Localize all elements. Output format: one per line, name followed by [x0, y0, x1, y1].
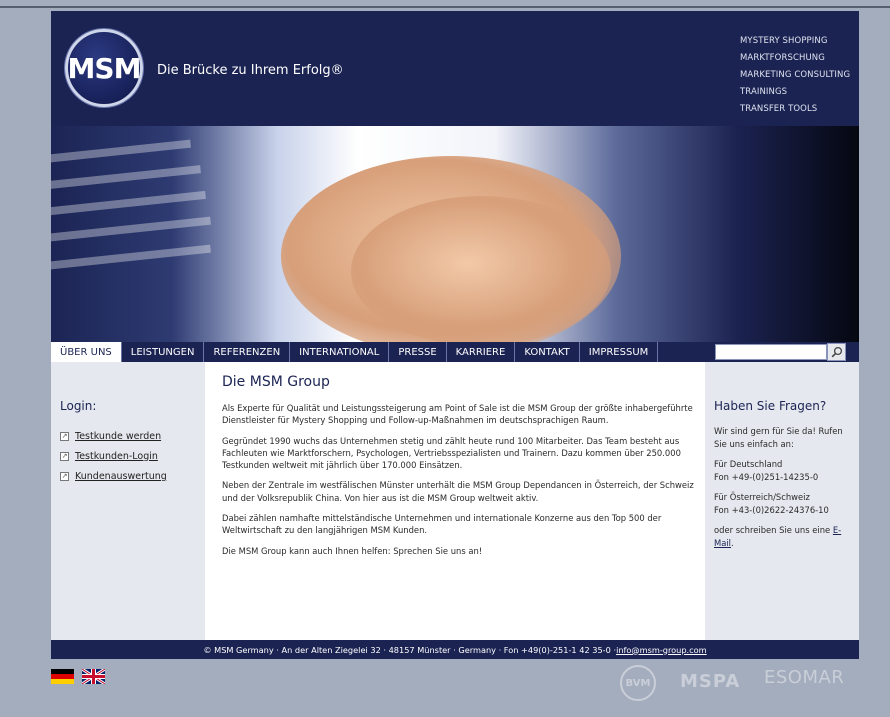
at-label: Für Österreich/Schweiz: [714, 492, 810, 502]
tab-international[interactable]: INTERNATIONAL: [290, 342, 390, 362]
top-border: [0, 6, 890, 8]
contact-info: Wir sind gern für Sie da! Rufen Sie uns …: [714, 425, 856, 557]
hero-image-handshake: [51, 126, 859, 342]
login-links: ↗ Testkunde werden ↗ Testkunden-Login ↗ …: [60, 426, 167, 486]
footer-email-link[interactable]: info@msm-group.com: [616, 645, 707, 655]
esomar-logo[interactable]: ESOMAR: [764, 667, 844, 688]
contact-intro: Wir sind gern für Sie da! Rufen Sie uns …: [714, 426, 843, 449]
right-sidebar: Haben Sie Fragen? Wir sind gern für Sie …: [705, 362, 859, 640]
tab-karriere[interactable]: KARRIERE: [447, 342, 516, 362]
bvm-logo[interactable]: BVM: [620, 665, 656, 701]
site-header: MSM Die Brücke zu Ihrem Erfolg® MYSTERY …: [51, 11, 859, 126]
main-content: Die MSM Group Als Experte für Qualität u…: [205, 362, 705, 640]
external-link-icon: ↗: [60, 431, 69, 441]
logo-text: MSM: [67, 51, 142, 85]
uk-flag-icon[interactable]: [82, 669, 105, 684]
slogan: Die Brücke zu Ihrem Erfolg®: [157, 63, 344, 78]
link-label: Testkunden-Login: [75, 450, 158, 462]
tab-leistungen[interactable]: LEISTUNGEN: [122, 342, 205, 362]
contact-mail: oder schreiben Sie uns eine E-Mail.: [714, 525, 842, 548]
top-nav-marktforschung[interactable]: MARKTFORSCHUNG: [740, 50, 850, 67]
top-nav-trainings[interactable]: TRAININGS: [740, 84, 850, 101]
login-title: Login:: [60, 399, 97, 413]
external-link-icon: ↗: [60, 471, 69, 481]
contact-title: Haben Sie Fragen?: [714, 399, 827, 413]
top-nav: MYSTERY SHOPPING MARKTFORSCHUNG MARKETIN…: [740, 33, 850, 118]
site-footer: © MSM Germany · An der Alten Ziegelei 32…: [51, 640, 859, 659]
contact-austria-switzerland: Für Österreich/Schweiz Fon +43-(0)2622-2…: [714, 491, 856, 517]
paragraph: Die MSM Group kann auch Ihnen helfen: Sp…: [222, 545, 483, 556]
top-nav-transfer-tools[interactable]: TRANSFER TOOLS: [740, 101, 850, 118]
paragraph: Neben der Zentrale im westfälischen Müns…: [222, 480, 694, 503]
link-label: Kundenauswertung: [75, 470, 167, 482]
msm-logo[interactable]: MSM: [65, 29, 143, 107]
at-phone: Fon +43-(0)2622-24376-10: [714, 505, 829, 515]
paragraph: Als Experte für Qualität und Leistungsst…: [222, 403, 693, 426]
mail-text: oder schreiben Sie uns eine: [714, 525, 831, 535]
tab-kontakt[interactable]: KONTAKT: [515, 342, 580, 362]
top-nav-mystery-shopping[interactable]: MYSTERY SHOPPING: [740, 33, 850, 50]
mspa-logo[interactable]: MSPA: [680, 671, 740, 692]
tab-impressum[interactable]: IMPRESSUM: [580, 342, 659, 362]
link-testkunde-werden[interactable]: ↗ Testkunde werden: [60, 426, 167, 446]
footer-address: © MSM Germany · An der Alten Ziegelei 32…: [203, 644, 617, 655]
top-nav-marketing-consulting[interactable]: MARKETING CONSULTING: [740, 67, 850, 84]
paragraph: Dabei zählen namhafte mittelständische U…: [222, 513, 662, 536]
de-phone: Fon +49-(0)251-14235-0: [714, 472, 819, 482]
contact-germany: Für Deutschland Fon +49-(0)251-14235-0: [714, 458, 856, 484]
link-label: Testkunde werden: [75, 430, 162, 442]
search-button[interactable]: [827, 343, 846, 361]
german-flag-icon[interactable]: [51, 669, 74, 684]
left-sidebar: Login: ↗ Testkunde werden ↗ Testkunden-L…: [51, 362, 205, 640]
search-icon: [831, 346, 842, 358]
tab-ueber-uns[interactable]: ÜBER UNS: [51, 342, 122, 362]
search-input[interactable]: [715, 344, 827, 360]
de-label: Für Deutschland: [714, 459, 783, 469]
link-testkunden-login[interactable]: ↗ Testkunden-Login: [60, 446, 167, 466]
intro-text: Als Experte für Qualität und Leistungsst…: [222, 402, 697, 565]
paragraph: Gegründet 1990 wuchs das Unternehmen ste…: [222, 435, 681, 471]
link-kundenauswertung[interactable]: ↗ Kundenauswertung: [60, 466, 167, 486]
tab-referenzen[interactable]: REFERENZEN: [204, 342, 291, 362]
main-nav: ÜBER UNS LEISTUNGEN REFERENZEN INTERNATI…: [51, 342, 859, 362]
page-title: Die MSM Group: [222, 374, 330, 390]
tab-presse[interactable]: PRESSE: [389, 342, 447, 362]
external-link-icon: ↗: [60, 451, 69, 461]
